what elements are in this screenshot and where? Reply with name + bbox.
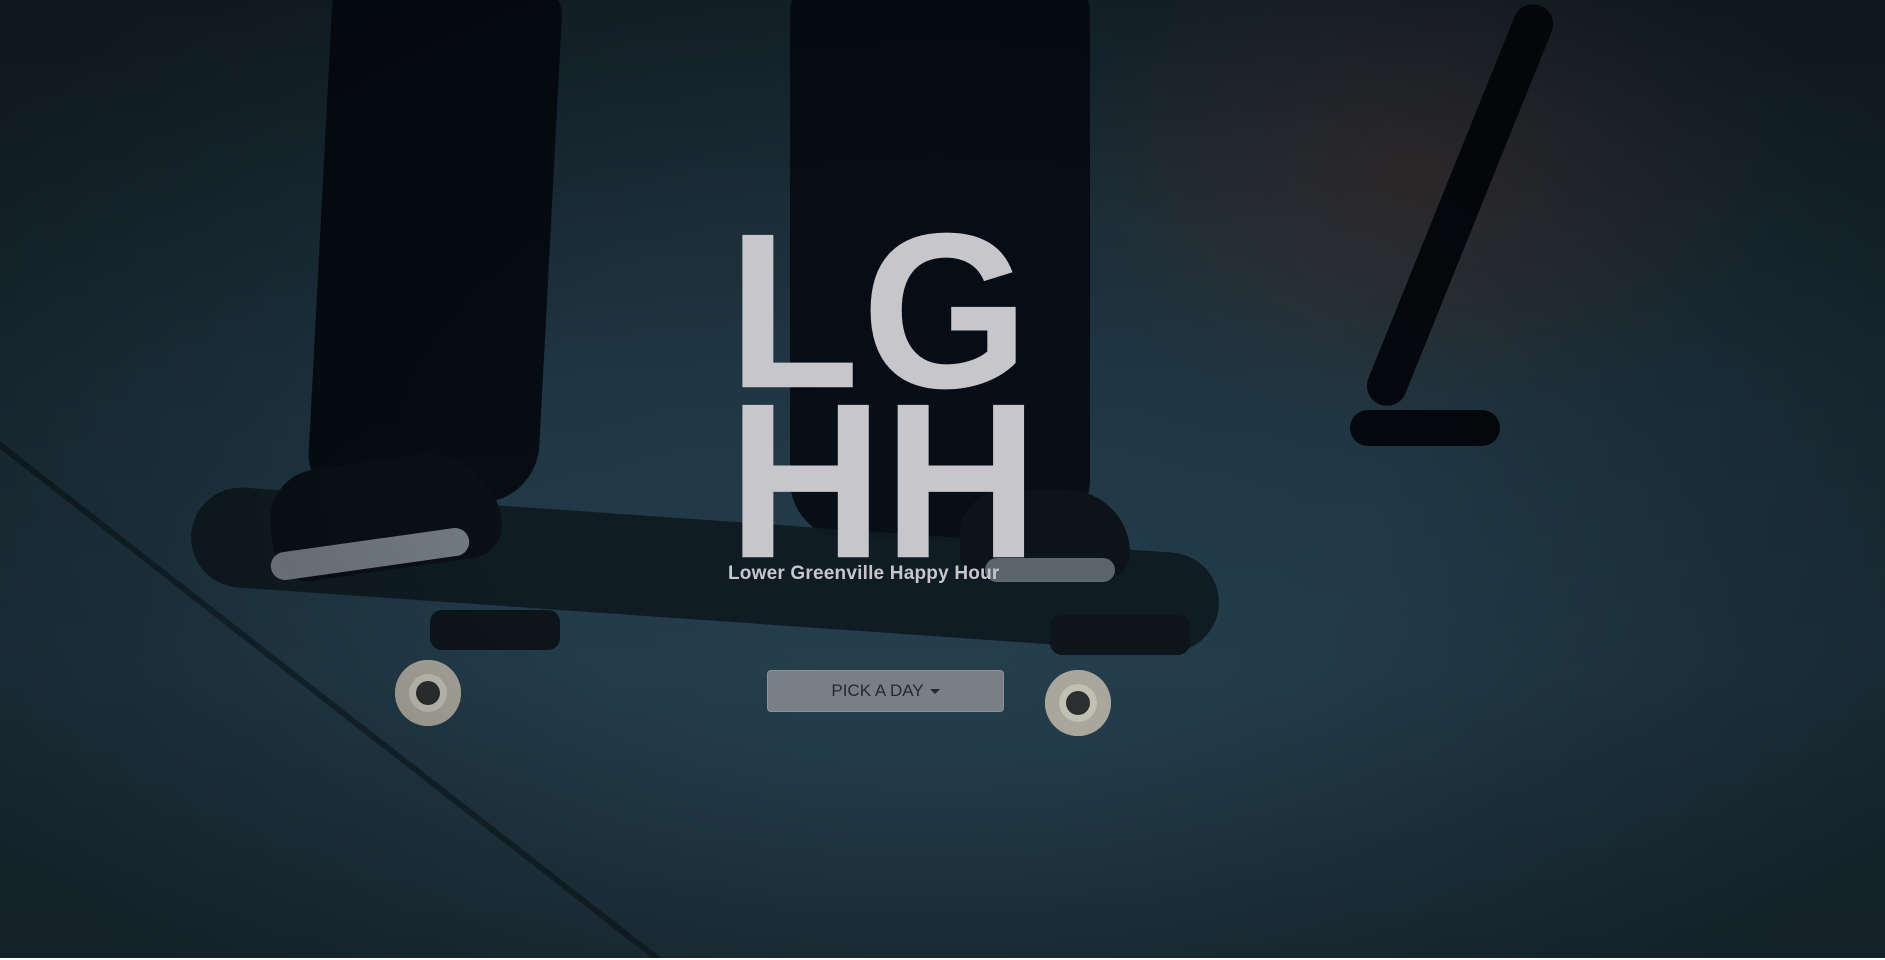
skateboard-wheel-hub (416, 681, 440, 705)
lghh-logo: L G H H Lower Greenville Happy Hour (728, 200, 1039, 605)
skateboard-truck (1050, 615, 1190, 655)
logo-letter: H (728, 356, 884, 605)
logo-line-2: H H (728, 356, 1039, 605)
skater-left-shoe-sole (269, 526, 471, 582)
logo-letter: H (883, 356, 1039, 605)
pick-a-day-dropdown-button[interactable]: PICK A DAY (767, 670, 1004, 712)
skateboard-deck (187, 484, 1223, 656)
sidewalk-crack (0, 410, 670, 958)
skateboard-wheel-hub (1066, 691, 1090, 715)
skater-left-shoe (263, 444, 507, 586)
chair-leg (1350, 410, 1500, 446)
skateboard-wheel (1045, 670, 1111, 736)
chair-leg (1360, 0, 1560, 412)
skateboard-wheel (395, 660, 461, 726)
pick-a-day-label: PICK A DAY (831, 681, 924, 700)
skateboard-truck (430, 610, 560, 650)
caret-down-icon (929, 689, 940, 695)
skater-left-leg (306, 0, 564, 506)
